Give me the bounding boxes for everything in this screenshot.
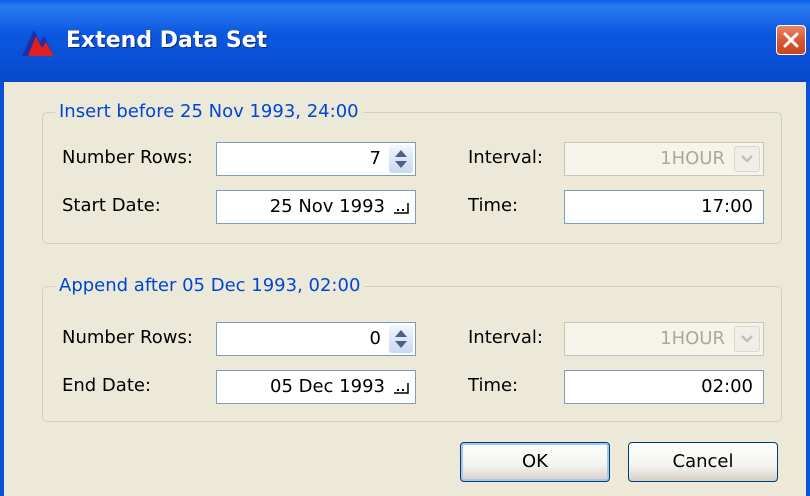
append-rows-spin-button[interactable] — [389, 325, 413, 353]
append-interval-combo: 1HOUR — [564, 322, 764, 356]
insert-interval-label: Interval: — [468, 147, 543, 168]
app-mountain-icon — [22, 30, 54, 56]
append-interval-label: Interval: — [468, 327, 543, 348]
append-interval-value: 1HOUR — [660, 328, 725, 349]
window-border-left — [0, 82, 4, 496]
cancel-button[interactable]: Cancel — [628, 442, 778, 482]
insert-rows-spinner[interactable]: 7 — [216, 142, 416, 176]
insert-interval-value: 1HOUR — [660, 148, 725, 169]
close-button[interactable] — [776, 25, 806, 55]
append-group-legend: Append after 05 Dec 1993, 02:00 — [55, 275, 365, 297]
insert-time-value: 17:00 — [701, 196, 753, 217]
start-date-value: 25 Nov 1993 — [269, 196, 385, 217]
append-rows-value: 0 — [369, 328, 381, 349]
end-date-value: 05 Dec 1993 — [270, 376, 385, 397]
chevron-down-icon — [741, 335, 753, 343]
insert-time-field[interactable]: 17:00 — [564, 190, 764, 224]
start-date-label: Start Date: — [62, 195, 161, 216]
spin-arrows-icon — [395, 150, 407, 168]
ok-button[interactable]: OK — [460, 442, 610, 482]
append-rows-spinner[interactable]: 0 — [216, 322, 416, 356]
append-interval-dropdown-button — [734, 326, 760, 352]
insert-rows-label: Number Rows: — [62, 147, 193, 168]
append-time-label: Time: — [468, 375, 519, 396]
spin-arrows-icon — [395, 330, 407, 348]
start-date-field[interactable]: 25 Nov 1993 — [216, 190, 416, 224]
append-rows-label: Number Rows: — [62, 327, 193, 348]
chevron-down-icon — [741, 155, 753, 163]
close-icon — [783, 32, 799, 48]
window-border-right — [806, 82, 810, 496]
append-time-value: 02:00 — [701, 376, 753, 397]
insert-interval-dropdown-button — [734, 146, 760, 172]
insert-interval-combo: 1HOUR — [564, 142, 764, 176]
insert-group: Insert before 25 Nov 1993, 24:00 — [42, 101, 782, 244]
window-title: Extend Data Set — [66, 28, 268, 53]
insert-group-legend: Insert before 25 Nov 1993, 24:00 — [55, 101, 363, 123]
end-date-label: End Date: — [62, 375, 152, 396]
title-bar[interactable]: Extend Data Set — [0, 0, 810, 82]
insert-time-label: Time: — [468, 195, 519, 216]
append-time-field[interactable]: 02:00 — [564, 370, 764, 404]
date-picker-icon[interactable] — [391, 377, 411, 397]
end-date-field[interactable]: 05 Dec 1993 — [216, 370, 416, 404]
extend-data-set-dialog: Extend Data Set Insert before 25 Nov 199… — [0, 0, 810, 496]
insert-rows-spin-button[interactable] — [389, 145, 413, 173]
date-picker-icon[interactable] — [391, 197, 411, 217]
insert-rows-value: 7 — [369, 148, 381, 169]
